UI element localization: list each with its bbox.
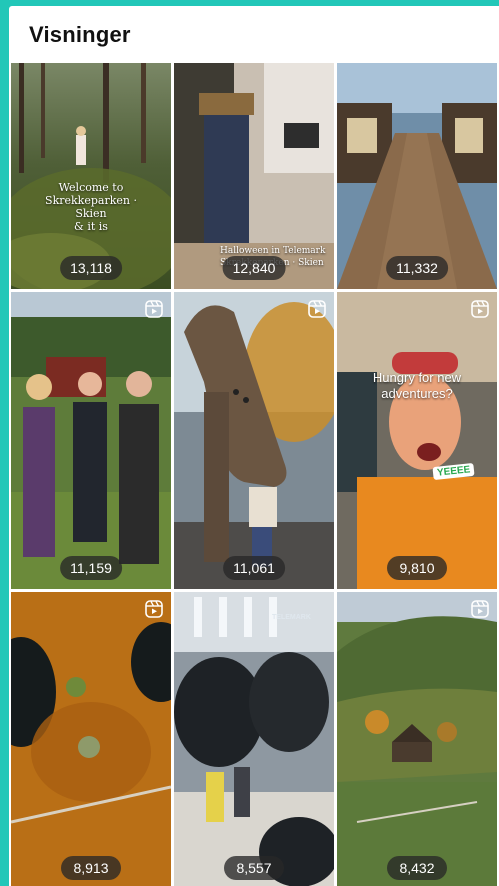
reels-icon [145,600,163,618]
page-title: Visninger [29,22,131,47]
view-count: 8,913 [61,856,121,880]
post-thumbnail-7[interactable]: 8,913 [11,592,171,886]
view-count: 11,332 [386,256,448,280]
post-thumbnail-6[interactable]: Hungry for new adventures? YEEEE 9,810 [337,292,497,589]
post-thumbnail-1[interactable]: Welcome to Skrekkeparken · Skien & it is… [11,63,171,289]
thumbnail-grid: Welcome to Skrekkeparken · Skien & it is… [11,63,497,886]
adventure-thumbnail-image [337,292,497,589]
aerial-bog-thumbnail-image [11,592,171,886]
view-count: 11,061 [223,556,285,580]
post-thumbnail-4[interactable]: 11,159 [11,292,171,589]
view-count: 13,118 [60,256,122,280]
post-thumbnail-2[interactable]: Halloween in Telemark Skrekkeparken · Sk… [174,63,334,289]
telemark-watermark: TELEMARK [272,614,311,621]
video-caption: Welcome to Skrekkeparken · Skien & it is [45,181,137,233]
power-station-thumbnail-image [174,592,334,886]
view-count: 9,810 [387,556,447,580]
reels-icon [145,300,163,318]
view-count: 11,159 [60,556,122,580]
view-count: 12,840 [222,256,286,280]
video-caption: Hungry for new adventures? [372,370,462,401]
view-count: 8,557 [224,856,284,880]
views-panel: Visninger Welcome to Skrekkeparken · Ski… [9,6,499,886]
reels-icon [308,300,326,318]
valley-thumbnail-image [337,592,497,886]
view-count: 8,432 [387,856,447,880]
reels-icon [471,300,489,318]
sculpture-thumbnail-image [174,292,334,589]
post-thumbnail-3[interactable]: 11,332 [337,63,497,289]
post-thumbnail-5[interactable]: 11,061 [174,292,334,589]
post-thumbnail-9[interactable]: 8,432 [337,592,497,886]
group-thumbnail-image [11,292,171,589]
post-thumbnail-8[interactable]: TELEMARK 8,557 [174,592,334,886]
reels-icon [471,600,489,618]
